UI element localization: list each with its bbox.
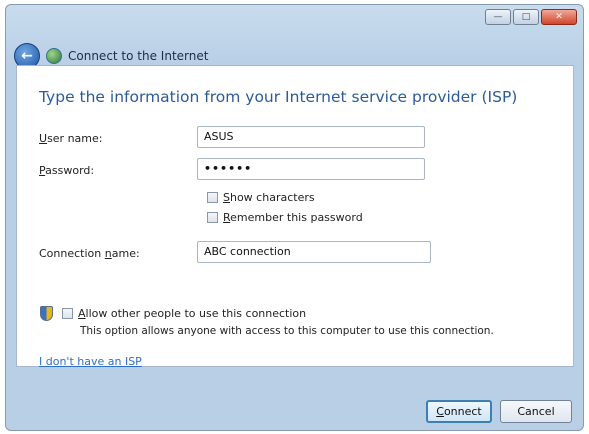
allow-others-description: This option allows anyone with access to… (80, 325, 494, 337)
content-panel: Type the information from your Internet … (16, 65, 574, 368)
username-field[interactable]: ASUS (197, 126, 425, 148)
dialog-window: — □ ✕ ← Connect to the Internet Type the… (5, 4, 584, 431)
close-button[interactable]: ✕ (541, 9, 577, 25)
show-characters-label: Show characters (223, 191, 315, 204)
no-isp-link[interactable]: I don't have an ISP (39, 355, 142, 368)
minimize-button[interactable]: — (485, 9, 511, 25)
connection-name-label: Connection name: (39, 247, 140, 260)
title-bar: — □ ✕ ← Connect to the Internet (6, 5, 583, 69)
page-heading: Type the information from your Internet … (39, 88, 518, 106)
maximize-button[interactable]: □ (513, 9, 539, 25)
password-field[interactable]: •••••• (197, 158, 425, 180)
shield-icon (40, 306, 53, 321)
checkbox-box[interactable] (207, 212, 218, 223)
password-label: Password: (39, 164, 95, 177)
show-characters-checkbox[interactable]: Show characters (207, 191, 315, 204)
connect-button[interactable]: Connect (426, 400, 492, 423)
checkbox-box[interactable] (207, 192, 218, 203)
network-globe-icon (46, 48, 62, 64)
allow-others-label: Allow other people to use this connectio… (78, 307, 307, 320)
connection-name-field[interactable]: ABC connection (197, 241, 431, 263)
checkbox-box[interactable] (62, 308, 73, 319)
window-title: Connect to the Internet (68, 49, 209, 63)
cancel-button[interactable]: Cancel (500, 400, 572, 423)
username-label: User name: (39, 132, 103, 145)
remember-password-checkbox[interactable]: Remember this password (207, 211, 363, 224)
allow-others-checkbox[interactable]: Allow other people to use this connectio… (40, 306, 306, 321)
window-controls: — □ ✕ (485, 9, 577, 25)
remember-password-label: Remember this password (223, 211, 363, 224)
